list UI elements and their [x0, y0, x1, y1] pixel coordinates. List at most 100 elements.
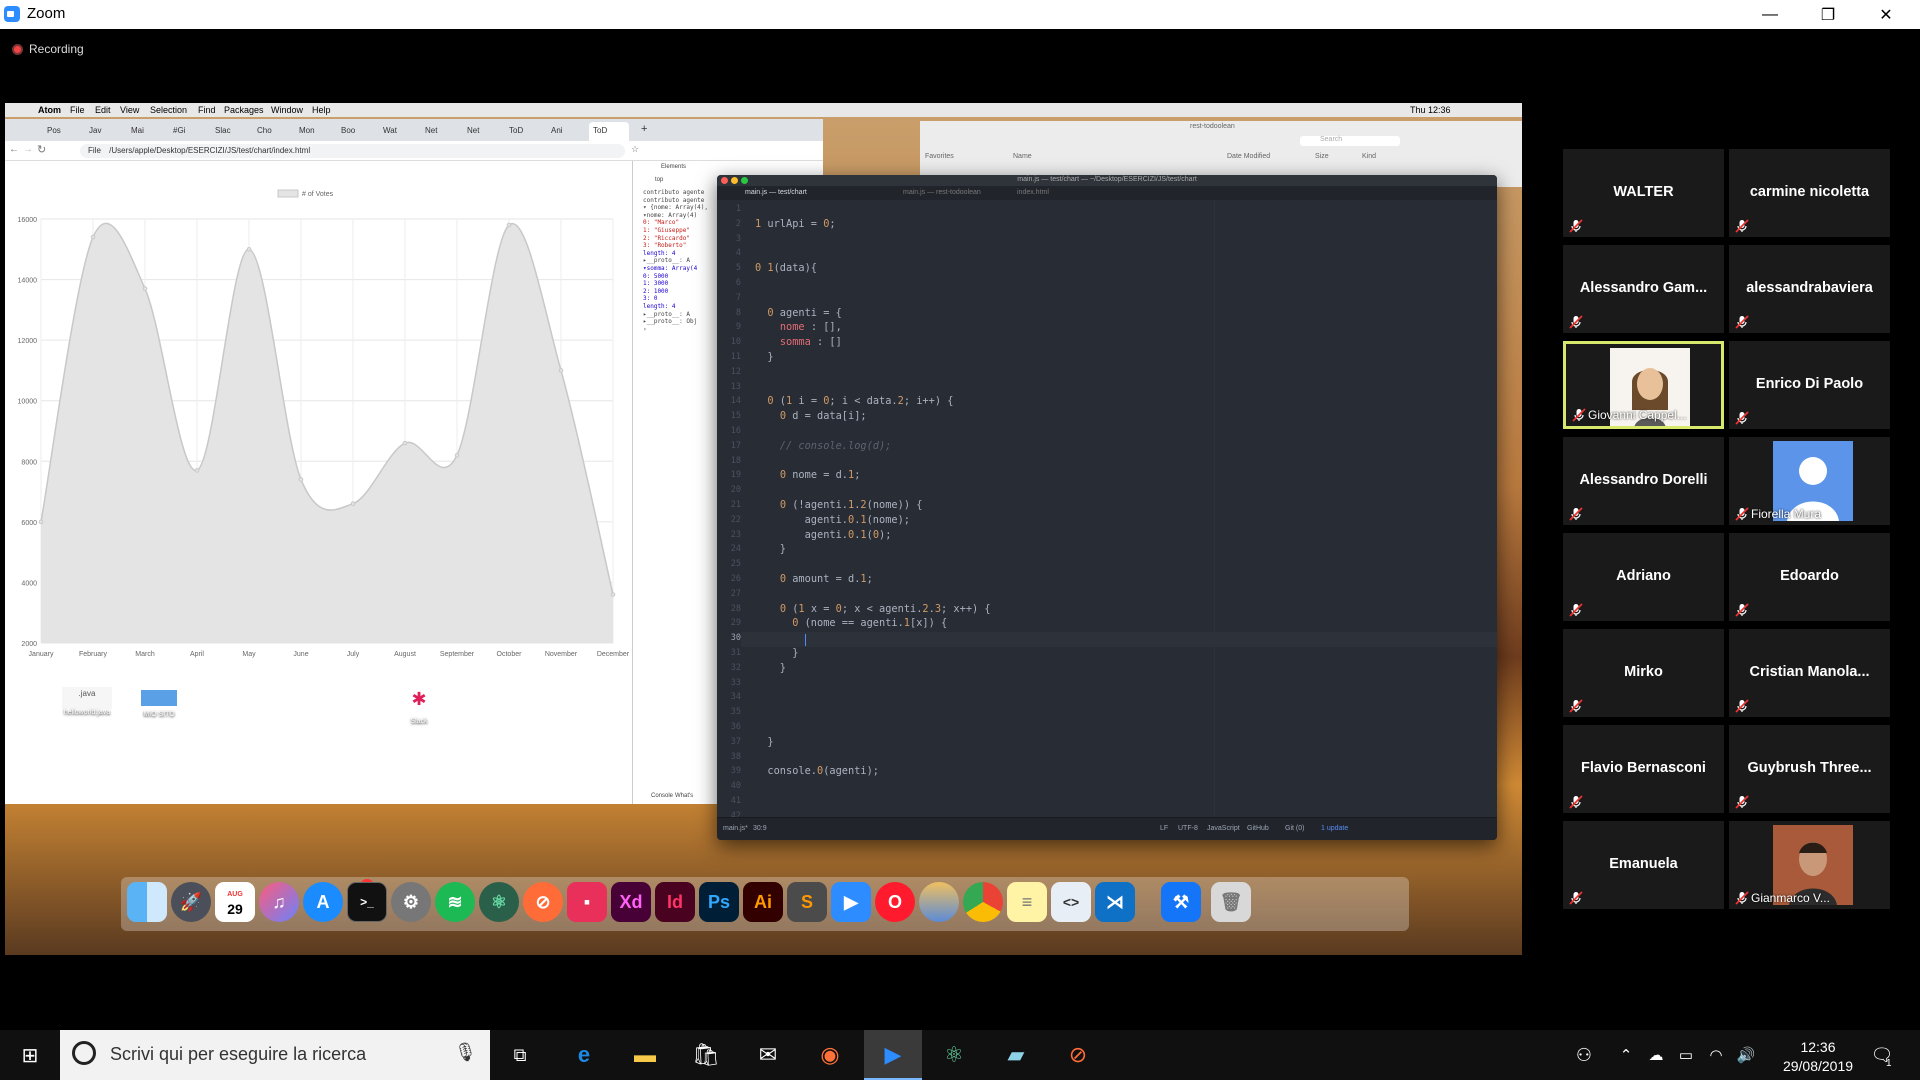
chrome-dock-icon[interactable]	[963, 882, 1003, 922]
code-line[interactable]: 0 nome = d.1;	[755, 469, 861, 481]
atom-minimize-button[interactable]	[731, 177, 738, 184]
code-line[interactable]: }	[755, 647, 798, 659]
task-view-icon[interactable]: ⧉	[504, 1039, 536, 1071]
participant-tile[interactable]: Gianmarco V...	[1729, 821, 1890, 909]
status-file[interactable]: main.js*	[723, 825, 748, 832]
atom-zoom-button[interactable]	[741, 177, 748, 184]
browser-tab[interactable]: Net	[421, 122, 461, 141]
devtools-context-select[interactable]: top	[655, 177, 663, 183]
finder-col-size[interactable]: Size	[1315, 153, 1329, 160]
status-line-ending[interactable]: LF	[1160, 825, 1168, 832]
zoom-taskbar-icon[interactable]: ▶	[877, 1039, 909, 1071]
participant-tile[interactable]: Giovanni Cappel...	[1563, 341, 1724, 429]
code-line[interactable]: 0 d = data[i];	[755, 410, 867, 422]
folder-icon[interactable]	[141, 690, 177, 706]
photos-icon[interactable]	[919, 882, 959, 922]
atom-tab-active[interactable]: main.js — test/chart	[745, 189, 807, 196]
desktop-icon-slack[interactable]: Slack	[399, 718, 439, 725]
status-grammar[interactable]: JavaScript	[1207, 825, 1240, 832]
maximize-button[interactable]: ❐	[1799, 0, 1857, 29]
menu-packages[interactable]: Packages	[224, 105, 264, 115]
menu-help[interactable]: Help	[312, 105, 331, 115]
menu-file[interactable]: File	[70, 105, 85, 115]
edge-icon[interactable]: e	[568, 1039, 600, 1071]
url-field[interactable]: File /Users/apple/Desktop/ESERCIZI/JS/te…	[80, 144, 625, 158]
code-line[interactable]: console.0(agenti);	[755, 765, 879, 777]
code-line[interactable]: somma : []	[755, 336, 842, 348]
participant-tile[interactable]: Alessandro Dorelli	[1563, 437, 1724, 525]
browser-tab[interactable]: #Gi	[169, 122, 209, 141]
code-line[interactable]: // console.log(d);	[755, 440, 892, 452]
wifi-icon[interactable]: ◠	[1700, 1039, 1732, 1071]
desktop-icon-helloworld[interactable]: helloworld.java	[45, 709, 129, 716]
finder-col-date[interactable]: Date Modified	[1227, 153, 1270, 160]
browser-tab[interactable]: Boo	[337, 122, 377, 141]
finder-col-kind[interactable]: Kind	[1362, 153, 1376, 160]
trash-icon[interactable]: 🗑	[1211, 882, 1251, 922]
new-tab-button[interactable]: +	[637, 122, 651, 141]
menu-view[interactable]: View	[120, 105, 139, 115]
participant-tile[interactable]: carmine nicoletta	[1729, 149, 1890, 237]
browser-tab[interactable]: Slac	[211, 122, 251, 141]
participant-tile[interactable]: Enrico Di Paolo	[1729, 341, 1890, 429]
java-file-icon[interactable]: .java	[62, 687, 112, 709]
desktop-icon-mio-sito[interactable]: MIO SITO	[129, 711, 189, 718]
devtools-elements-tab[interactable]: Elements	[661, 164, 686, 170]
back-icon[interactable]: ←	[9, 144, 19, 155]
participant-tile[interactable]: Adriano	[1563, 533, 1724, 621]
app-taskbar-icon[interactable]: ▰	[1000, 1039, 1032, 1071]
atom-dock-icon[interactable]: ⚛	[479, 882, 519, 922]
browser-tab[interactable]: Mai	[127, 122, 167, 141]
participant-tile[interactable]: Edoardo	[1729, 533, 1890, 621]
code-line[interactable]: 0 1(data){	[755, 262, 817, 274]
illustrator-icon[interactable]: Ai	[743, 882, 783, 922]
atom-tab[interactable]: index.html	[1017, 189, 1049, 196]
devtools-whatsnew-tab[interactable]: What's	[675, 793, 693, 799]
file-explorer-icon[interactable]: ▬	[629, 1039, 661, 1071]
terminal-icon[interactable]: >_	[347, 882, 387, 922]
status-encoding[interactable]: UTF-8	[1178, 825, 1198, 832]
devtools-console-tab[interactable]: Console	[651, 793, 673, 799]
recording-indicator[interactable]: Recording	[12, 42, 84, 56]
firefox-icon[interactable]: ◉	[814, 1039, 846, 1071]
battery-icon[interactable]: ▭	[1670, 1039, 1702, 1071]
code-line[interactable]	[755, 632, 805, 644]
atom-taskbar-icon[interactable]: ⚛	[938, 1039, 970, 1071]
menu-selection[interactable]: Selection	[150, 105, 187, 115]
browser-tab[interactable]: Mon	[295, 122, 335, 141]
people-icon[interactable]: ⚇	[1568, 1039, 1600, 1071]
code-line[interactable]: 0 amount = d.1;	[755, 573, 873, 585]
browser-tab[interactable]: Wat	[379, 122, 419, 141]
app-store-icon[interactable]: A	[303, 882, 343, 922]
code-line[interactable]: agenti.0.1(nome);	[755, 514, 910, 526]
indesign-icon[interactable]: Id	[655, 882, 695, 922]
onedrive-icon[interactable]: ☁	[1640, 1039, 1672, 1071]
app-dock-icon[interactable]: ▪	[567, 882, 607, 922]
postman-taskbar-icon[interactable]: ⊘	[1062, 1039, 1094, 1071]
reload-icon[interactable]: ↻	[37, 143, 46, 156]
code-line[interactable]: agenti.0.1(0);	[755, 529, 892, 541]
sublime-text-icon[interactable]: S	[787, 882, 827, 922]
participant-tile[interactable]: Guybrush Three...	[1729, 725, 1890, 813]
participant-tile[interactable]: alessandrabaviera	[1729, 245, 1890, 333]
status-cursor-position[interactable]: 30:9	[753, 825, 767, 832]
atom-tab[interactable]: main.js — rest-todoolean	[903, 189, 981, 196]
browser-tab[interactable]: Cho	[253, 122, 293, 141]
participant-tile[interactable]: WALTER	[1563, 149, 1724, 237]
spotify-icon[interactable]: ≋	[435, 882, 475, 922]
volume-icon[interactable]: 🔊	[1730, 1039, 1762, 1071]
store-icon[interactable]: 🛍	[690, 1039, 722, 1071]
forward-icon[interactable]: →	[23, 144, 33, 155]
mac-clock[interactable]: Thu 12:36	[1410, 105, 1451, 115]
browser-tab[interactable]: Pos	[43, 122, 83, 141]
action-center-icon[interactable]: 🗨	[1866, 1039, 1898, 1071]
participant-tile[interactable]: Flavio Bernasconi	[1563, 725, 1724, 813]
bookmark-star-icon[interactable]: ☆	[631, 144, 639, 155]
participant-tile[interactable]: Alessandro Gam...	[1563, 245, 1724, 333]
menu-atom[interactable]: Atom	[38, 105, 61, 115]
close-button[interactable]: ✕	[1857, 0, 1915, 29]
code-line[interactable]: 0 (nome == agenti.1[x]) {	[755, 617, 947, 629]
taskbar-clock[interactable]: 12:36 29/08/2019	[1768, 1038, 1868, 1076]
code-line[interactable]: 0 (!agenti.1.2(nome)) {	[755, 499, 923, 511]
menu-window[interactable]: Window	[271, 105, 303, 115]
